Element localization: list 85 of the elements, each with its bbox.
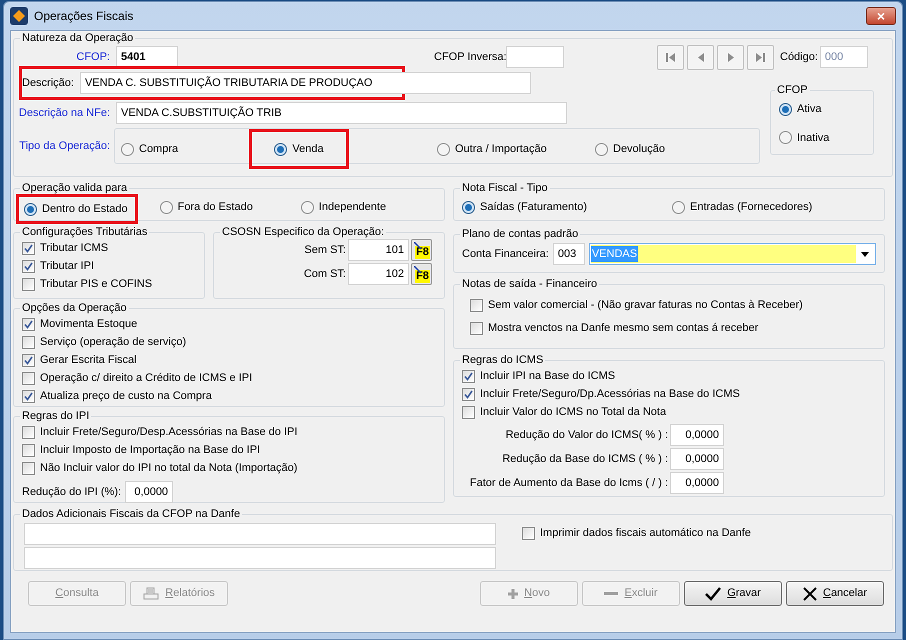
plus-icon <box>508 588 518 598</box>
navigation-button[interactable] <box>717 44 744 70</box>
text-field[interactable]: 003 <box>552 243 585 265</box>
text-field[interactable]: 102 <box>348 263 409 285</box>
radio-button[interactable]: Independente <box>300 198 386 216</box>
checkbox[interactable]: Operação c/ direito a Crédito de ICMS e IPI <box>22 369 436 387</box>
field-label: Redução do Valor do ICMS( % ) : <box>506 428 668 442</box>
navigation-button[interactable] <box>687 44 714 70</box>
field-label: Redução da Base do ICMS ( % ) : <box>502 452 668 466</box>
field-label: Com ST: <box>304 267 346 281</box>
field-label: Conta Financeira: <box>462 247 549 261</box>
checkbox[interactable]: Imprimir dados fiscais automático na Danfe <box>522 524 751 542</box>
checkbox[interactable]: Incluir Frete/Seguro/Desp.Acessórias na Base do IPI <box>22 423 436 441</box>
text-field[interactable]: 0,0000 <box>670 448 724 470</box>
text-field[interactable] <box>506 46 564 68</box>
checkbox[interactable]: Tributar ICMS <box>22 239 196 257</box>
text-field[interactable]: 101 <box>348 239 409 261</box>
checkbox[interactable]: Movimenta Estoque <box>22 315 436 333</box>
field-label: Descrição: <box>22 76 74 90</box>
text-field[interactable]: VENDA C. SUBSTITUIÇÃO TRIBUTARIA DE PRODUÇAO <box>80 72 531 94</box>
checkmark-icon <box>24 356 33 364</box>
checkmark-icon <box>24 392 33 400</box>
checkbox[interactable]: Não Incluir valor do IPI no total da Nota (Importação) <box>22 459 436 477</box>
lookup-button[interactable]: F8 <box>411 239 432 261</box>
field-label: Sem ST: <box>304 243 346 257</box>
radio-button[interactable]: Dentro do Estado <box>24 200 128 218</box>
group-title: Opções da Operação <box>21 301 128 315</box>
group-title: Regras do IPI <box>21 409 90 423</box>
group-title: CSOSN Especifico da Operação: <box>221 225 386 239</box>
checkbox[interactable]: Gerar Escrita Fiscal <box>22 351 436 369</box>
app-icon <box>10 7 28 25</box>
radio-button[interactable]: Venda <box>274 140 324 158</box>
radio-button[interactable]: Compra <box>121 140 178 158</box>
checkbox[interactable]: Incluir Imposto de Importação na Base do IPI <box>22 441 436 459</box>
radio-button[interactable]: Outra / Importação <box>437 140 547 158</box>
dropdown-caret-icon <box>861 252 869 256</box>
checkbox[interactable]: Mostra venctos na Danfe mesmo sem contas á receber <box>470 319 876 337</box>
radio-button[interactable]: Ativa <box>779 101 822 118</box>
action-button[interactable]: Gravar <box>684 581 782 606</box>
text-field[interactable]: VENDA C.SUBSTITUIÇÃO TRIB <box>116 102 567 124</box>
group-title: Regras do ICMS <box>461 353 544 367</box>
checkbox[interactable]: Tributar PIS e COFINS <box>22 275 196 293</box>
field-label: CFOP: <box>75 50 110 64</box>
checkbox[interactable]: Incluir Frete/Seguro/Dp.Acessórias na Base do ICMS <box>462 385 876 403</box>
navigation-button[interactable] <box>657 44 684 70</box>
text-field[interactable]: 0,0000 <box>670 472 724 494</box>
checkbox[interactable]: Atualiza preço de custo na Compra <box>22 387 436 405</box>
window-title: Operações Fiscais <box>34 8 134 25</box>
text-field[interactable]: 0,0000 <box>670 424 724 446</box>
checkbox[interactable]: Incluir Valor do ICMS no Total da Nota <box>462 403 876 421</box>
navigation-button[interactable] <box>747 44 774 70</box>
first-record-icon <box>665 52 676 62</box>
group-title: Notas de saída - Financeiro <box>461 277 598 291</box>
field-label: Tipo da Operação: <box>18 139 110 153</box>
radio-button[interactable]: Inativa <box>779 130 830 146</box>
checkbox[interactable]: Tributar IPI <box>22 257 196 275</box>
minus-icon <box>604 592 618 595</box>
field-label: Descrição na NFe: <box>18 106 110 120</box>
action-button[interactable]: Cancelar <box>786 581 884 606</box>
checkbox[interactable]: Serviço (operação de serviço) <box>22 333 436 351</box>
group-title: Natureza da Operação <box>21 31 134 45</box>
checkbox[interactable]: Incluir IPI na Base do ICMS <box>462 367 876 385</box>
printer-icon <box>143 586 160 600</box>
lookup-button[interactable]: F8 <box>411 263 432 285</box>
last-record-icon <box>755 52 766 62</box>
group-title: Nota Fiscal - Tipo <box>461 181 549 195</box>
group-title: Plano de contas padrão <box>461 227 580 241</box>
radio-button[interactable]: Saídas (Faturamento) <box>462 198 587 216</box>
field-label: Redução do IPI (%): <box>22 485 122 499</box>
check-icon <box>705 586 722 600</box>
text-field[interactable]: 0,0000 <box>125 481 174 503</box>
group-title: CFOP <box>776 83 809 97</box>
group-title: Dados Adicionais Fiscais da CFOP na Danfe <box>21 507 242 521</box>
field-label: Código: <box>780 50 818 64</box>
radio-button[interactable]: Fora do Estado <box>160 198 253 216</box>
group-title: Operação valida para <box>21 181 128 195</box>
radio-button[interactable]: Entradas (Fornecedores) <box>672 198 812 216</box>
radio-button[interactable]: Devolução <box>595 140 665 158</box>
group-title: Configurações Tributárias <box>21 225 148 239</box>
checkmark-icon <box>24 320 33 328</box>
next-icon <box>725 52 736 62</box>
close-icon <box>802 586 817 600</box>
checkbox[interactable]: Sem valor comercial - (Não gravar faturas no Contas à Receber) <box>470 296 876 314</box>
text-field[interactable]: 5401 <box>116 46 178 68</box>
field-label: Fator de Aumento da Base do Icms ( / ) : <box>470 476 668 490</box>
